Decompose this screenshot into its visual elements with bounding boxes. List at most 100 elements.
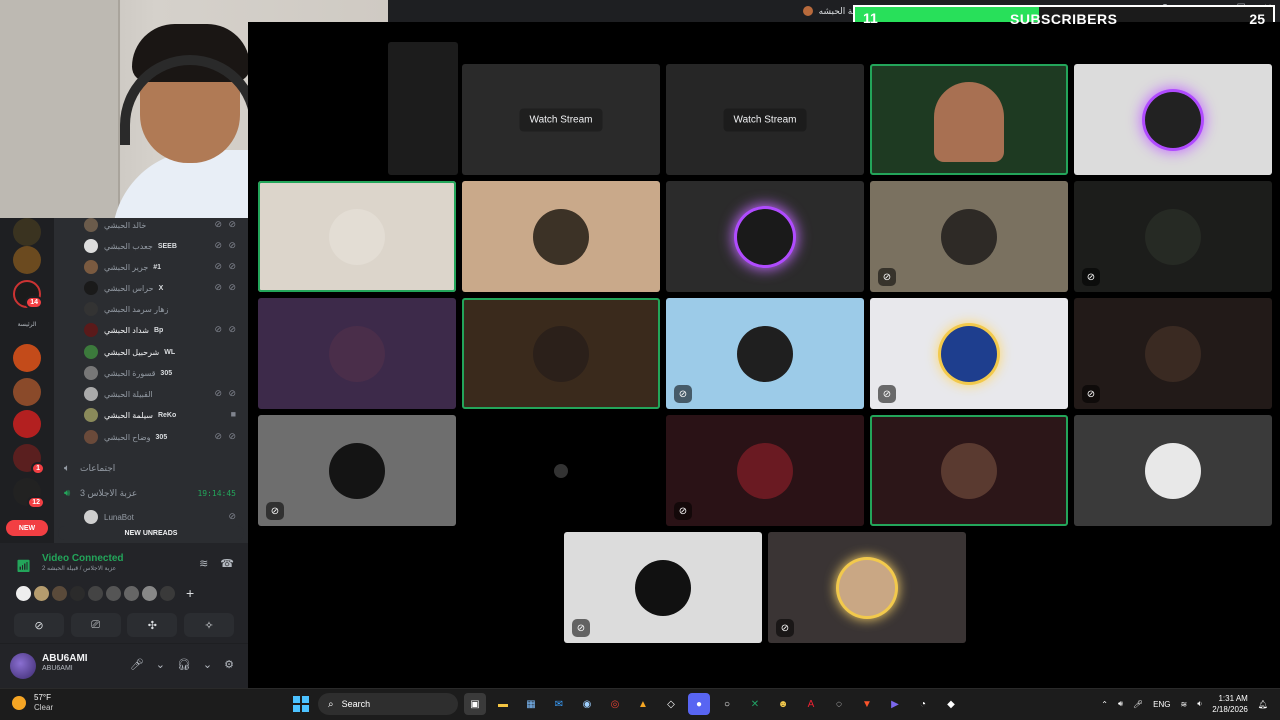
chrome-icon[interactable]: ◎ xyxy=(604,693,626,715)
video-tile[interactable] xyxy=(1074,64,1272,175)
app-icon[interactable]: ◆ xyxy=(940,693,962,715)
camera-off-button[interactable]: ⊘ xyxy=(14,613,64,637)
clock[interactable]: 1:31 AM 2/18/2026 xyxy=(1212,693,1248,715)
bot-member[interactable]: LunaBot ⊘ xyxy=(84,508,244,526)
speaker-icon[interactable]: 🔊︎ xyxy=(1118,699,1123,709)
microphone-icon[interactable]: 🎤︎ xyxy=(130,658,144,671)
video-tile[interactable]: ⊘ xyxy=(258,415,456,526)
new-unreads-pill[interactable]: NEW UNREADS xyxy=(58,526,244,540)
avatar[interactable] xyxy=(70,585,85,601)
stream-tile[interactable]: Watch Stream xyxy=(462,64,660,175)
gear-icon[interactable]: ⚙ xyxy=(224,658,234,671)
chevron-down-icon[interactable]: ⌄ xyxy=(156,658,165,671)
video-tile[interactable]: ⊘ xyxy=(768,532,966,643)
app-icon[interactable]: ◌ xyxy=(828,693,850,715)
video-tile[interactable] xyxy=(462,415,660,526)
app-icon[interactable]: ▶ xyxy=(884,693,906,715)
chevron-up-icon[interactable]: ⌃ xyxy=(1101,700,1108,709)
voice-member[interactable]: القبيلة الحبشي ⊘ ⊘ xyxy=(84,385,244,403)
video-tile[interactable] xyxy=(462,181,660,292)
voice-member[interactable]: سيلمة الحبشي ReKo ■ xyxy=(84,406,244,424)
app-icon[interactable]: ◇ xyxy=(660,693,682,715)
weather-widget[interactable]: 57°F Clear xyxy=(12,693,53,713)
video-tile[interactable] xyxy=(258,298,456,409)
voice-member[interactable]: وضاح الحبشي 305 ⊘ ⊘ xyxy=(84,428,244,446)
voice-member[interactable]: حراس الحبشي X ⊘ ⊘ xyxy=(84,279,244,297)
voice-channel-active[interactable]: 🔊︎ عزبة الاجلاس 3 19:14:45 xyxy=(64,484,244,502)
add-icon[interactable]: + xyxy=(186,585,194,601)
new-pill[interactable]: NEW xyxy=(6,520,48,536)
video-tile[interactable] xyxy=(388,42,458,175)
video-tile[interactable]: ⊘ xyxy=(870,298,1068,409)
camera-tile[interactable] xyxy=(870,64,1068,175)
server-icon[interactable] xyxy=(13,410,41,438)
voice-status[interactable]: Video Connected xyxy=(42,553,124,564)
voice-member[interactable]: شرحبيل الحبشي WL xyxy=(84,343,244,361)
avatar[interactable] xyxy=(142,585,157,601)
noise-suppression-icon[interactable]: ≋ xyxy=(199,557,208,570)
avatar[interactable] xyxy=(88,585,103,601)
app-icon[interactable]: ◔ xyxy=(912,693,934,715)
server-icon[interactable]: 14 xyxy=(13,280,43,309)
outlook-icon[interactable]: ✉ xyxy=(548,693,570,715)
app-icon[interactable]: ○ xyxy=(716,693,738,715)
voice-member[interactable]: قسورة الحبشي 305 xyxy=(84,364,244,382)
language-indicator[interactable]: ENG xyxy=(1153,700,1170,709)
server-icon[interactable] xyxy=(13,344,41,372)
screen-share-button[interactable]: ⎚ xyxy=(70,613,121,637)
avatar[interactable] xyxy=(160,585,175,601)
avatar[interactable] xyxy=(52,585,67,601)
app-icon[interactable]: A xyxy=(800,693,822,715)
watch-stream-button[interactable]: Watch Stream xyxy=(519,108,603,131)
avatar[interactable] xyxy=(34,585,49,601)
voice-member[interactable]: جعدب الحبشي SEEB ⊘ ⊘ xyxy=(84,237,244,255)
wifi-icon[interactable]: ≋ xyxy=(1181,700,1188,709)
server-icon[interactable] xyxy=(13,246,41,274)
video-tile[interactable] xyxy=(1074,415,1272,526)
avatar[interactable] xyxy=(106,585,121,601)
avatar[interactable] xyxy=(10,653,36,679)
server-icon[interactable]: 12 xyxy=(13,478,45,509)
soundboard-button[interactable]: ✧ xyxy=(183,613,234,637)
brave-icon[interactable]: ▼ xyxy=(856,693,878,715)
voice-member[interactable]: شداد الحبشي Bp ⊘ ⊘ xyxy=(84,321,244,339)
video-tile[interactable] xyxy=(870,415,1068,526)
voice-member[interactable]: خالد الحبشي ⊘ ⊘ xyxy=(84,218,244,234)
app-icon[interactable]: ☻ xyxy=(772,693,794,715)
app-icon[interactable]: ▲ xyxy=(632,693,654,715)
chevron-down-icon[interactable]: ⌄ xyxy=(203,658,212,671)
video-tile[interactable]: ⊘ xyxy=(1074,181,1272,292)
file-explorer-icon[interactable]: ▬ xyxy=(492,693,514,715)
voice-channel-meetings[interactable]: 🔈︎ اجتماعات xyxy=(64,459,244,477)
video-tile[interactable]: ⊘ xyxy=(666,415,864,526)
server-icon[interactable]: 1 xyxy=(13,444,45,475)
discord-icon[interactable]: ● xyxy=(688,693,710,715)
microphone-icon[interactable]: 🎤︎ xyxy=(1133,700,1143,709)
video-tile[interactable]: ⊘ xyxy=(564,532,762,643)
app-icon[interactable]: ✕ xyxy=(744,693,766,715)
video-tile[interactable]: ⊘ xyxy=(870,181,1068,292)
search-box[interactable]: ⌕ Search xyxy=(318,693,458,715)
signal-icon[interactable]: 📶︎ xyxy=(16,559,31,573)
disconnect-icon[interactable]: ☎ xyxy=(220,557,234,570)
notification-icon[interactable]: 🔔︎ xyxy=(1258,700,1268,709)
video-tile[interactable] xyxy=(258,181,456,292)
volume-icon[interactable]: 🔉︎ xyxy=(1197,699,1202,709)
steam-icon[interactable]: ◉ xyxy=(576,693,598,715)
watch-stream-button[interactable]: Watch Stream xyxy=(723,108,807,131)
server-icon[interactable] xyxy=(13,218,41,246)
video-tile[interactable] xyxy=(666,181,864,292)
task-view-icon[interactable]: ▣ xyxy=(464,693,486,715)
activities-button[interactable]: ✣ xyxy=(127,613,178,637)
voice-member[interactable]: زهار سرمد الحبشي xyxy=(84,300,244,318)
video-tile[interactable]: ⊘ xyxy=(1074,298,1272,409)
stream-tile[interactable]: Watch Stream xyxy=(666,64,864,175)
store-icon[interactable]: ▦ xyxy=(520,693,542,715)
headphones-icon[interactable]: 🎧︎ xyxy=(177,658,191,671)
video-tile[interactable]: ⊘ xyxy=(666,298,864,409)
avatar[interactable] xyxy=(124,585,139,601)
voice-member[interactable]: جرير الحبشي #1 ⊘ ⊘ xyxy=(84,258,244,276)
username[interactable]: ABU6AMI xyxy=(42,653,88,664)
server-icon[interactable] xyxy=(13,378,41,406)
windows-start-icon[interactable] xyxy=(290,693,312,715)
